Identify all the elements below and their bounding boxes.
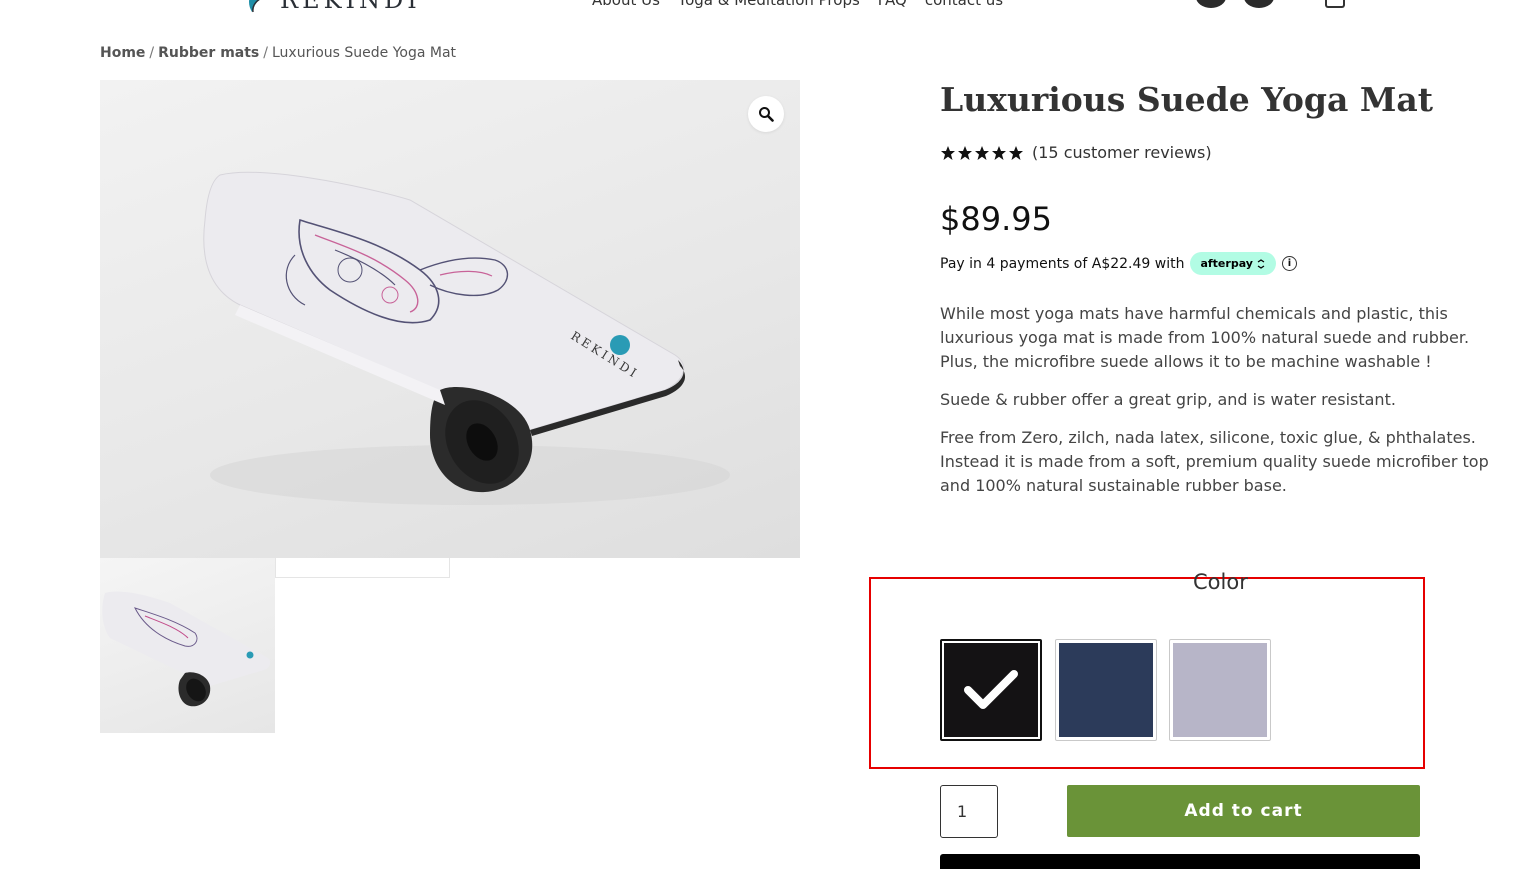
logo-text: REKINDI [280,0,421,14]
gallery-thumbnail-2[interactable] [275,558,450,578]
nav-faq[interactable]: FAQ [878,0,907,9]
breadcrumb-separator: / [263,45,268,61]
afterpay-arrows-icon [1257,258,1265,269]
express-checkout-button[interactable] [940,854,1420,869]
product-description: While most yoga mats have harmful chemic… [940,302,1500,512]
star-icon [1009,145,1023,160]
product-price: $89.95 [940,200,1052,238]
account-icon[interactable] [1196,0,1226,8]
description-paragraph: Suede & rubber offer a great grip, and i… [940,390,1396,409]
nav-yoga-meditation-props[interactable]: Yoga & Meditation Props [678,0,860,9]
color-label: Color [1193,570,1248,594]
nav-about-us[interactable]: About Us [592,0,660,9]
star-icon [958,145,972,160]
cart-icon[interactable] [1325,0,1345,8]
add-to-cart-button[interactable]: Add to cart [1067,785,1420,837]
checkmark-icon [964,670,1018,709]
breadcrumb-separator: / [149,45,155,61]
description-paragraph: Free from Zero, zilch, nada latex, silic… [940,428,1489,495]
zoom-button[interactable] [748,96,784,132]
color-swatch-navy[interactable] [1055,639,1157,741]
breadcrumb-current: Luxurious Suede Yoga Mat [271,45,457,61]
quantity-input[interactable] [940,785,998,838]
reviews-link[interactable]: (15 customer reviews) [1032,143,1212,162]
info-icon[interactable]: i [1281,256,1297,271]
search-icon[interactable] [1244,0,1274,8]
color-swatch-lavender[interactable] [1169,639,1271,741]
site-logo[interactable]: REKINDI [244,0,421,14]
star-icon [975,145,989,160]
product-title: Luxurious Suede Yoga Mat [940,80,1434,119]
yoga-mat-thumbnail [102,591,271,707]
afterpay-text: Pay in 4 payments of A$22.49 with [940,255,1185,272]
yoga-mat-photo: REKINDI [203,171,730,505]
afterpay-info: Pay in 4 payments of A$22.49 with afterp… [940,252,1297,275]
nav-contact-us[interactable]: contact us [925,0,1003,9]
breadcrumb: Home / Rubber mats / Luxurious Suede Yoga Ma… [100,45,456,61]
gallery-thumbnail-1[interactable] [100,558,275,733]
color-swatch-black[interactable] [940,639,1042,741]
product-rating: (15 customer reviews) [940,143,1212,162]
site-header: REKINDI About Us Yoga & Meditation Props… [0,0,1526,20]
logo-leaf-icon [249,0,260,13]
main-nav: About Us Yoga & Meditation Props FAQ con… [592,0,1003,9]
product-main-image[interactable]: REKINDI [100,80,800,558]
star-icon [941,145,955,160]
magnifier-icon [759,107,774,122]
star-rating [940,145,1024,161]
afterpay-badge-label: afterpay [1200,257,1253,270]
breadcrumb-home[interactable]: Home [100,45,145,61]
star-icon [992,145,1006,160]
breadcrumb-rubber-mats[interactable]: Rubber mats [158,45,259,61]
afterpay-badge[interactable]: afterpay [1190,252,1276,275]
description-paragraph: While most yoga mats have harmful chemic… [940,304,1470,371]
